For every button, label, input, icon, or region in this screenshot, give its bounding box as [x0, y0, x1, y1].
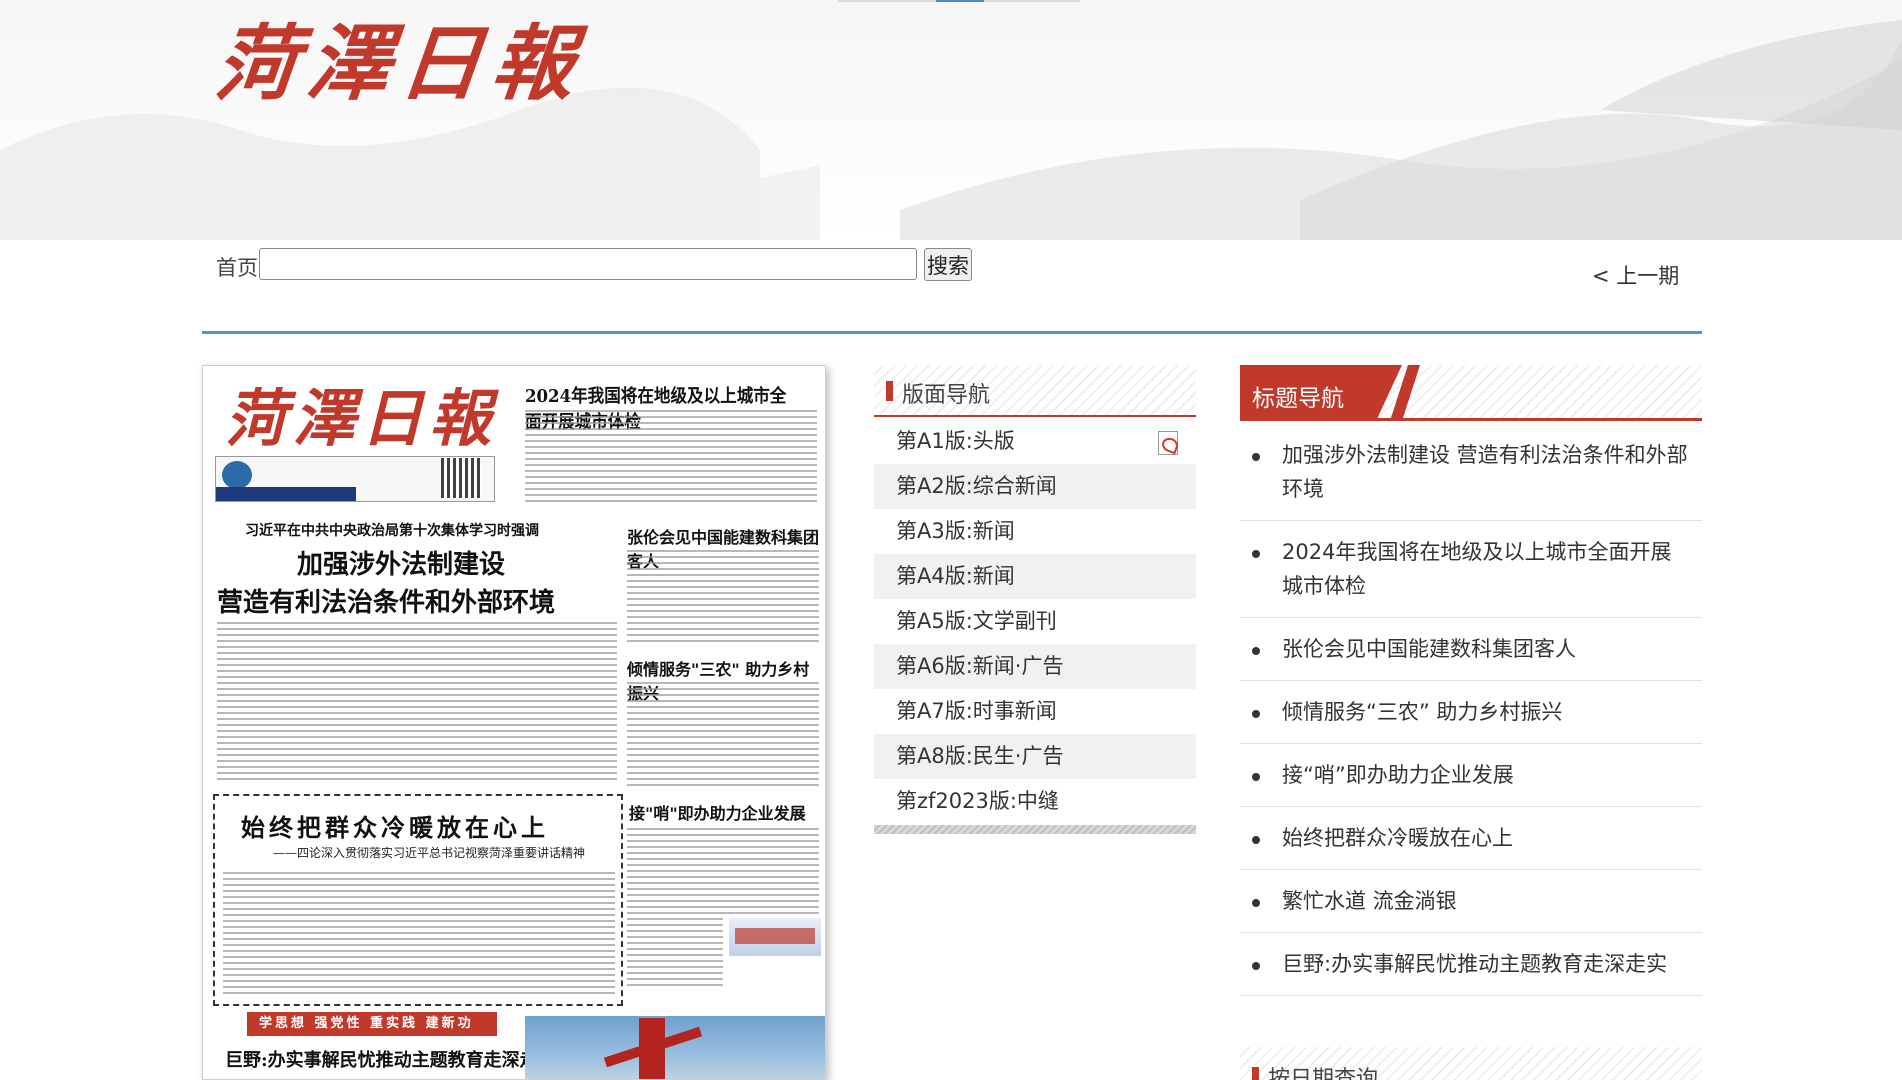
paper-red-band: 学思想 强党性 重实践 建新功 — [247, 1012, 497, 1036]
qr-code-icon — [441, 458, 481, 498]
date-query-title: 按日期查询 — [1268, 1067, 1379, 1080]
search-input[interactable] — [259, 248, 917, 280]
section-marker-icon — [886, 381, 893, 401]
edition-item-label[interactable]: 第A5版:文学副刊 — [896, 609, 1057, 633]
edition-nav-footer — [874, 825, 1196, 834]
edition-item[interactable]: 第A5版:文学副刊 — [874, 599, 1196, 644]
divider — [202, 331, 1702, 334]
article-title-item[interactable]: 倾情服务“三农” 助力乡村振兴 — [1240, 681, 1702, 744]
paper-side-headline-3[interactable]: 接"哨"即办助力企业发展 — [629, 800, 806, 824]
bullet-icon — [1252, 836, 1260, 844]
paper-bottom-headline[interactable]: 巨野:办实事解民忧推动主题教育走深走实 — [225, 1046, 556, 1072]
article-title-link[interactable]: 接“哨”即办助力企业发展 — [1282, 763, 1514, 787]
bullet-icon — [1252, 710, 1260, 718]
top-scroll-indicator — [838, 0, 1080, 2]
article-title-item[interactable]: 加强涉外法制建设 营造有利法治条件和外部环境 — [1240, 424, 1702, 521]
article-title-link[interactable]: 巨野:办实事解民忧推动主题教育走深走实 — [1282, 952, 1667, 976]
title-nav-title: 标题导航 — [1252, 386, 1344, 412]
bullet-icon — [1252, 453, 1260, 461]
article-title-item[interactable]: 始终把群众冷暖放在心上 — [1240, 807, 1702, 870]
paper-text-block — [627, 550, 819, 646]
paper-logo: 菏澤日報 — [225, 382, 498, 455]
article-title-item[interactable]: 巨野:办实事解民忧推动主题教育走深走实 — [1240, 933, 1702, 996]
edition-item[interactable]: 第A4版:新闻 — [874, 554, 1196, 599]
edition-item-label[interactable]: 第A8版:民生·广告 — [896, 744, 1063, 768]
paper-text-block — [627, 828, 819, 914]
edition-item[interactable]: 第A6版:新闻·广告 — [874, 644, 1196, 689]
title-nav-header: 标题导航 — [1240, 365, 1702, 421]
article-title-link[interactable]: 倾情服务“三农” 助力乡村振兴 — [1282, 700, 1562, 724]
edition-item-label[interactable]: 第zf2023版:中缝 — [896, 789, 1059, 813]
edition-item[interactable]: 第A2版:综合新闻 — [874, 464, 1196, 509]
bullet-icon — [1252, 962, 1260, 970]
edition-nav-list: 第A1版:头版 第A2版:综合新闻 第A3版:新闻 第A4版:新闻 第A5版:文… — [874, 419, 1196, 824]
article-title-link[interactable]: 始终把群众冷暖放在心上 — [1282, 826, 1513, 850]
paper-kicker: 习近平在中共中央政治局第十次集体学习时强调 — [245, 523, 539, 539]
edition-nav-header: 版面导航 — [874, 365, 1196, 417]
edition-nav-title: 版面导航 — [902, 383, 991, 408]
search-button[interactable]: 搜索 — [924, 248, 972, 281]
edition-item[interactable]: 第A1版:头版 — [874, 419, 1196, 464]
bullet-icon — [1252, 899, 1260, 907]
bullet-icon — [1252, 550, 1260, 558]
home-link[interactable]: 首页 — [216, 252, 258, 282]
paper-text-block — [223, 872, 615, 996]
date-query-header: 按日期查询 — [1240, 1047, 1702, 1080]
edition-item[interactable]: 第A3版:新闻 — [874, 509, 1196, 554]
bullet-icon — [1252, 773, 1260, 781]
article-title-item[interactable]: 接“哨”即办助力企业发展 — [1240, 744, 1702, 807]
paper-boxed-subtitle: ——四论深入贯彻落实习近平总书记视察菏泽重要讲话精神 — [273, 846, 586, 860]
article-title-link[interactable]: 加强涉外法制建设 营造有利法治条件和外部环境 — [1282, 443, 1688, 501]
article-title-link[interactable]: 2024年我国将在地级及以上城市全面开展城市体检 — [1282, 540, 1671, 598]
article-title-item[interactable]: 张伦会见中国能建数科集团客人 — [1240, 618, 1702, 681]
article-title-link[interactable]: 繁忙水道 流金淌银 — [1282, 889, 1457, 913]
article-title-link[interactable]: 张伦会见中国能建数科集团客人 — [1282, 637, 1576, 661]
paper-text-block — [627, 918, 723, 988]
edition-item[interactable]: 第A8版:民生·广告 — [874, 734, 1196, 779]
article-title-item[interactable]: 2024年我国将在地级及以上城市全面开展城市体检 — [1240, 521, 1702, 618]
edition-item-label[interactable]: 第A7版:时事新闻 — [896, 699, 1057, 723]
masthead-banner: 菏澤日報 — [0, 0, 1902, 240]
article-title-item[interactable]: 繁忙水道 流金淌银 — [1240, 870, 1702, 933]
edition-item-label[interactable]: 第A2版:综合新闻 — [896, 474, 1057, 498]
paper-text-block — [627, 682, 819, 790]
edition-item[interactable]: 第zf2023版:中缝 — [874, 779, 1196, 824]
bullet-icon — [1252, 647, 1260, 655]
edition-item[interactable]: 第A7版:时事新闻 — [874, 689, 1196, 734]
paper-text-block — [217, 622, 617, 782]
site-logo[interactable]: 菏澤日報 — [211, 14, 590, 114]
newspaper-page-image[interactable]: 菏澤日報 2024年我国将在地级及以上城市全面开展城市体检 习近平在中共中央政治… — [202, 365, 826, 1080]
section-marker-icon — [1252, 1067, 1259, 1080]
paper-small-photo — [729, 918, 821, 956]
paper-port-photo — [525, 1016, 825, 1079]
edition-item-label[interactable]: 第A6版:新闻·广告 — [896, 654, 1063, 678]
edition-item-label[interactable]: 第A3版:新闻 — [896, 519, 1015, 543]
title-nav-list: 加强涉外法制建设 营造有利法治条件和外部环境 2024年我国将在地级及以上城市全… — [1240, 424, 1702, 996]
paper-lead-line1[interactable]: 加强涉外法制建设 — [297, 544, 505, 581]
previous-issue-link[interactable]: < 上一期 — [1592, 260, 1679, 290]
paper-boxed-title: 始终把群众冷暖放在心上 — [241, 813, 549, 842]
pdf-download-icon[interactable] — [1158, 431, 1178, 455]
edition-item-label[interactable]: 第A1版:头版 — [896, 429, 1015, 453]
paper-text-block — [525, 410, 817, 502]
edition-item-label[interactable]: 第A4版:新闻 — [896, 564, 1015, 588]
paper-lead-line2[interactable]: 营造有利法治条件和外部环境 — [217, 582, 555, 619]
